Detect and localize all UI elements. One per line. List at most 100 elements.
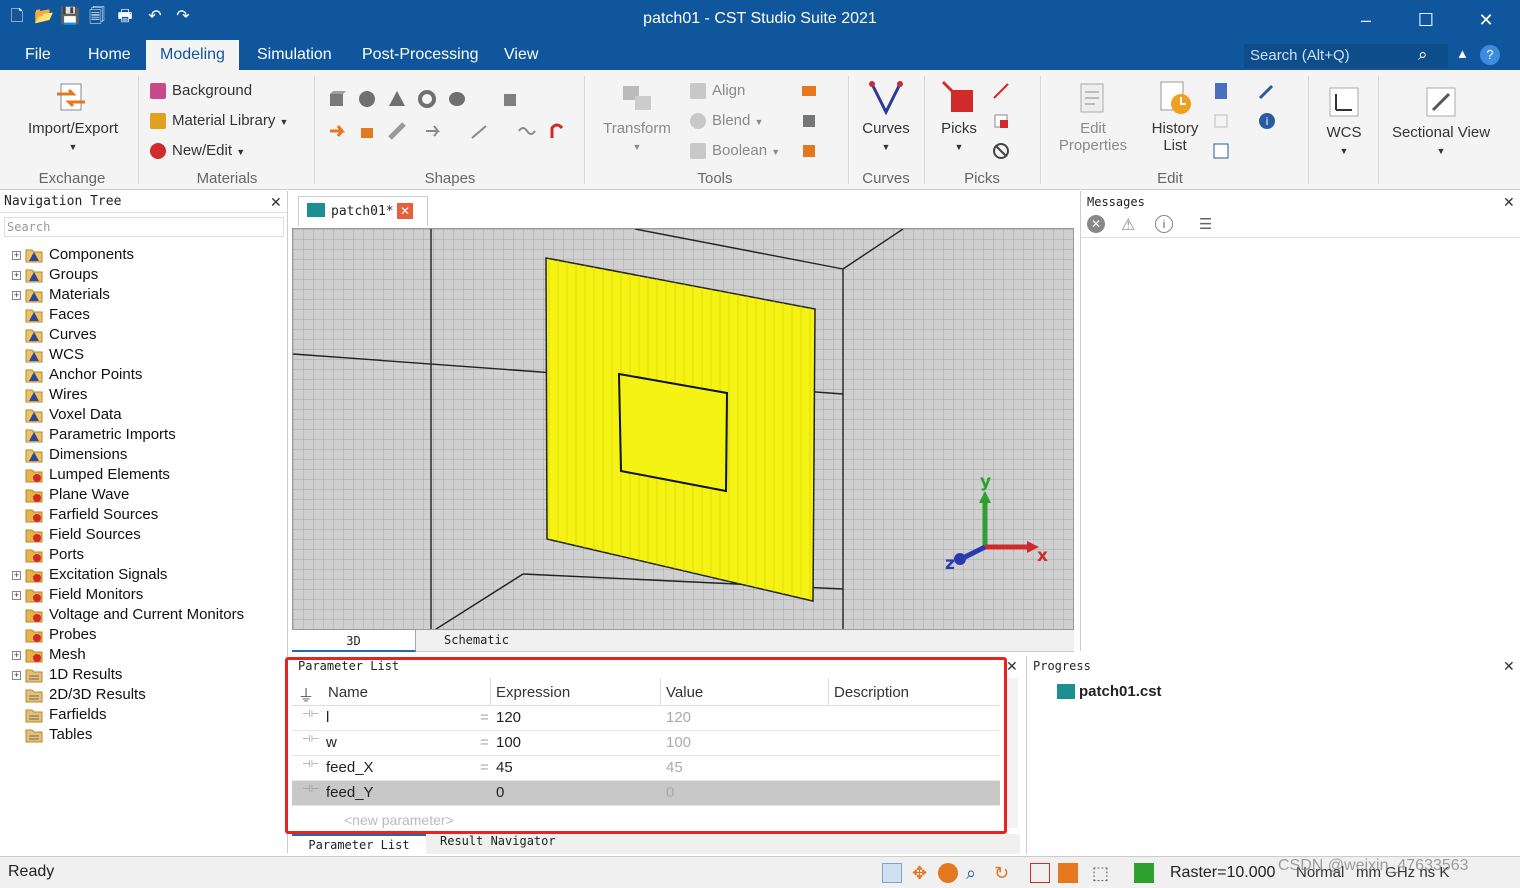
- clear-messages-icon[interactable]: ☰: [1199, 215, 1212, 233]
- clear-picks-icon[interactable]: [992, 142, 1010, 160]
- close-nav-icon[interactable]: ✕: [270, 194, 282, 211]
- import-export-button[interactable]: Import/Export ▼: [18, 80, 128, 154]
- new-edit-button[interactable]: New/Edit ▼: [150, 140, 245, 162]
- nav-item-field-monitors[interactable]: + Field Monitors: [12, 585, 143, 605]
- nav-item-groups[interactable]: + Groups: [12, 265, 98, 285]
- edit-properties-button[interactable]: Edit Properties: [1050, 80, 1136, 154]
- sectional-view-button[interactable]: Sectional View ▼: [1386, 84, 1496, 158]
- col-value[interactable]: Value: [666, 684, 703, 701]
- nav-item-probes[interactable]: Probes: [12, 625, 97, 645]
- pan-icon[interactable]: ✥: [912, 863, 932, 883]
- pen-icon[interactable]: [1258, 82, 1276, 100]
- close-params-icon[interactable]: ✕: [1006, 658, 1018, 675]
- edit-extra-icon[interactable]: [1212, 112, 1230, 130]
- shape-tool-1-icon[interactable]: [328, 122, 346, 140]
- collapse-ribbon-icon[interactable]: ▲: [1456, 46, 1469, 61]
- info-filter-icon[interactable]: i: [1155, 215, 1173, 233]
- parameter-row[interactable]: ⊣⊢ w = 100 100: [292, 731, 1000, 756]
- parameter-row[interactable]: ⊣⊢ l = 120 120: [292, 706, 1000, 731]
- param-name[interactable]: l: [326, 709, 329, 726]
- torus-icon[interactable]: [418, 90, 436, 108]
- maximize-icon[interactable]: ☐: [1414, 8, 1438, 32]
- col-name[interactable]: Name: [328, 684, 368, 701]
- pick-point-icon[interactable]: [992, 82, 1010, 100]
- nav-item-excitation-signals[interactable]: + Excitation Signals: [12, 565, 167, 585]
- nav-item-farfields[interactable]: Farfields: [12, 705, 107, 725]
- close-icon[interactable]: ✕: [1474, 8, 1498, 32]
- nav-item-2d-3d-results[interactable]: 2D/3D Results: [12, 685, 146, 705]
- background-button[interactable]: Background: [150, 80, 252, 102]
- param-name[interactable]: feed_X: [326, 759, 374, 776]
- expand-icon[interactable]: +: [12, 590, 21, 600]
- expand-icon[interactable]: +: [12, 670, 21, 680]
- col-description[interactable]: Description: [834, 684, 909, 701]
- nav-item-voxel-data[interactable]: Voxel Data: [12, 405, 122, 425]
- param-name[interactable]: w: [326, 734, 337, 751]
- menu-post-processing[interactable]: Post-Processing: [362, 46, 479, 64]
- search-icon[interactable]: ⌕: [1418, 45, 1428, 65]
- tab-result-navigator[interactable]: Result Navigator: [440, 834, 556, 848]
- menu-home[interactable]: Home: [88, 46, 131, 64]
- params-scrollbar[interactable]: [1004, 678, 1018, 828]
- zoom-icon[interactable]: ⌕: [966, 863, 986, 883]
- close-tab-icon[interactable]: ✕: [397, 203, 413, 219]
- shape-tool-3-icon[interactable]: [388, 122, 406, 140]
- tab-parameter-list[interactable]: Parameter List: [292, 834, 426, 854]
- menu-file[interactable]: File: [25, 46, 51, 64]
- brick-icon[interactable]: [328, 90, 346, 108]
- col-expression[interactable]: Expression: [496, 684, 570, 701]
- doc-tab[interactable]: patch01* ✕: [298, 196, 428, 226]
- nav-item-mesh[interactable]: + Mesh: [12, 645, 86, 665]
- 3d-viewport[interactable]: y x z: [292, 228, 1074, 630]
- new-parameter-row[interactable]: <new parameter>: [344, 812, 454, 828]
- menu-modeling[interactable]: Modeling: [146, 40, 239, 70]
- tab-3d[interactable]: 3D: [292, 630, 416, 652]
- calculator-icon[interactable]: [1212, 82, 1230, 100]
- 3d-scene[interactable]: y x z: [293, 229, 1074, 630]
- wcs-button[interactable]: WCS ▼: [1318, 84, 1370, 158]
- param-expression[interactable]: 120: [496, 709, 521, 726]
- nav-item-1d-results[interactable]: +1D Results: [12, 665, 122, 685]
- nav-item-components[interactable]: + Components: [12, 245, 134, 265]
- fullscreen-icon[interactable]: [1030, 863, 1050, 883]
- nav-item-field-sources[interactable]: Field Sources: [12, 525, 141, 545]
- nav-item-ports[interactable]: Ports: [12, 545, 84, 565]
- nav-item-faces[interactable]: Faces: [12, 305, 90, 325]
- mesh-view-icon[interactable]: [1134, 863, 1154, 883]
- boolean-button[interactable]: Boolean ▼: [690, 140, 780, 162]
- expand-icon[interactable]: +: [12, 650, 21, 660]
- nav-item-wcs[interactable]: WCS: [12, 345, 84, 365]
- shape-tool-2-icon[interactable]: [358, 122, 376, 140]
- nav-item-dimensions[interactable]: Dimensions: [12, 445, 127, 465]
- align-button[interactable]: Align: [690, 80, 745, 102]
- nav-item-plane-wave[interactable]: Plane Wave: [12, 485, 129, 505]
- nav-item-farfield-sources[interactable]: Farfield Sources: [12, 505, 158, 525]
- param-expression[interactable]: 45: [496, 759, 513, 776]
- expand-icon[interactable]: +: [12, 290, 21, 300]
- shape-tool-4-icon[interactable]: [424, 122, 442, 140]
- blend-button[interactable]: Blend ▼: [690, 110, 763, 132]
- param-expression[interactable]: 100: [496, 734, 521, 751]
- tab-schematic[interactable]: Schematic: [444, 633, 509, 647]
- function-icon[interactable]: [1212, 142, 1230, 160]
- material-library-button[interactable]: Material Library ▼: [150, 110, 288, 132]
- info-icon[interactable]: i: [1258, 112, 1276, 130]
- reset-view-icon[interactable]: ↻: [994, 863, 1014, 883]
- help-icon[interactable]: ?: [1480, 45, 1500, 65]
- zoom-fit-icon[interactable]: [882, 863, 902, 883]
- parameter-row[interactable]: ⊣⊢ feed_Y 0 0: [292, 781, 1000, 806]
- nav-item-anchor-points[interactable]: Anchor Points: [12, 365, 142, 385]
- history-list-button[interactable]: History List: [1144, 80, 1206, 154]
- shape-tool-7-icon[interactable]: [548, 122, 566, 140]
- sphere-icon[interactable]: [358, 90, 376, 108]
- nav-item-voltage-and-current-monitors[interactable]: Voltage and Current Monitors: [12, 605, 244, 625]
- cylinder-icon[interactable]: [448, 90, 466, 108]
- warnings-filter-icon[interactable]: ⚠: [1121, 215, 1135, 235]
- errors-filter-icon[interactable]: ✕: [1087, 215, 1105, 233]
- expand-icon[interactable]: +: [12, 270, 21, 280]
- nav-item-curves[interactable]: Curves: [12, 325, 97, 345]
- cube-icon[interactable]: ⬚: [1092, 863, 1112, 883]
- rotate-icon[interactable]: [938, 863, 958, 883]
- nav-item-parametric-imports[interactable]: Parametric Imports: [12, 425, 176, 445]
- picks-button[interactable]: Picks ▼: [932, 80, 986, 154]
